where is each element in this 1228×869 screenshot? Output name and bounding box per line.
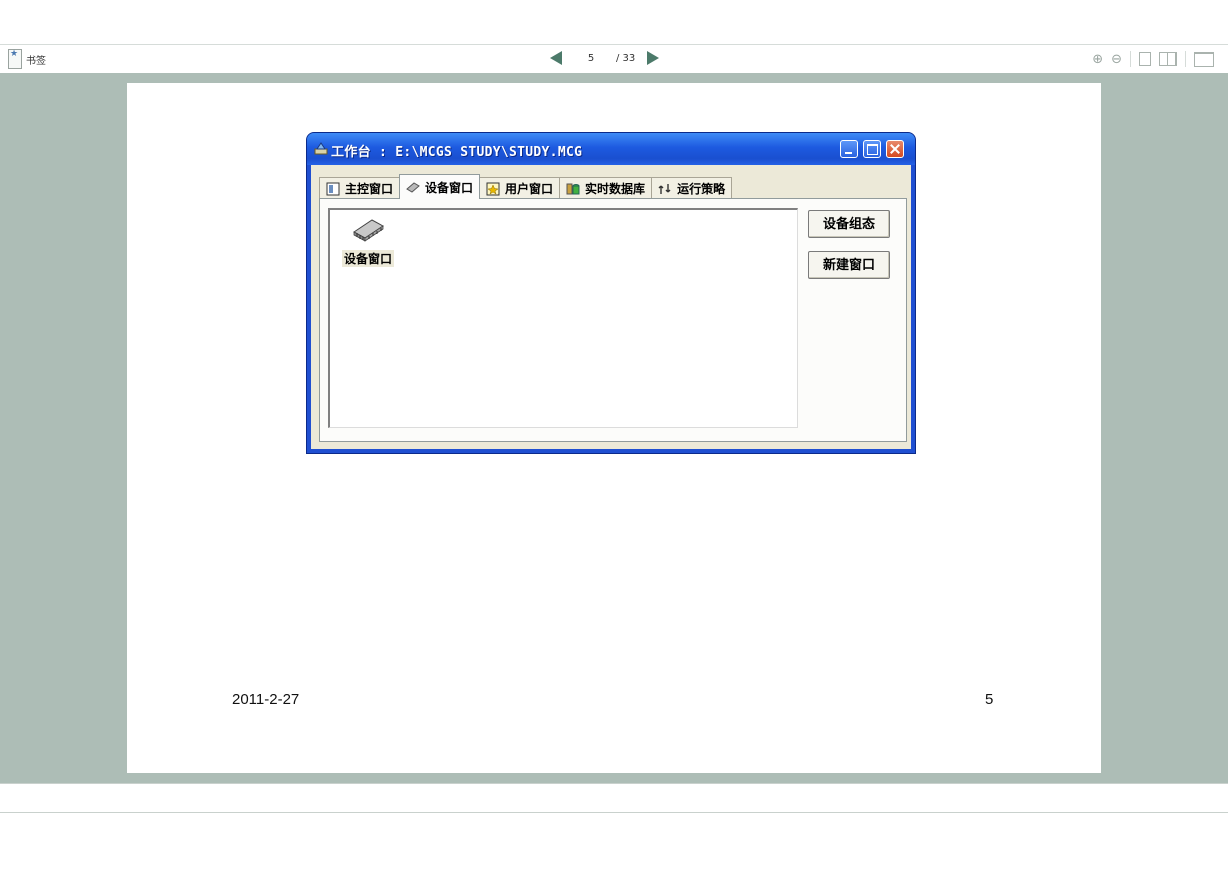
tab-label: 设备窗口 — [425, 180, 474, 195]
tab-label: 用户窗口 — [505, 182, 554, 196]
viewer-toolbar: 书签 5 / 33 ⊕ ⊖ — [0, 44, 1228, 74]
device-window-panel: 设备窗口 设备组态 新建窗口 — [319, 198, 907, 442]
device-configure-button[interactable]: 设备组态 — [808, 210, 890, 238]
tab-device-window[interactable]: 设备窗口 — [399, 174, 481, 199]
new-window-button[interactable]: 新建窗口 — [808, 251, 890, 279]
tab-label: 实时数据库 — [585, 182, 646, 196]
two-page-icon[interactable] — [1159, 52, 1177, 66]
close-button[interactable] — [886, 140, 904, 158]
strategy-icon — [658, 183, 671, 194]
slide-page-number: 5 — [985, 691, 994, 708]
toolbar-divider — [1185, 51, 1186, 67]
tab-main-control[interactable]: 主控窗口 — [319, 177, 401, 199]
zoom-out-icon[interactable]: ⊖ — [1111, 52, 1122, 67]
tab-label: 主控窗口 — [345, 182, 394, 196]
device-chip-icon — [406, 182, 420, 193]
workbench-icon — [314, 142, 328, 155]
list-item[interactable]: 设备窗口 — [336, 216, 400, 267]
window-titlebar[interactable]: 工作台 : E:\MCGS STUDY\STUDY.MCG — [307, 133, 915, 165]
single-page-icon[interactable] — [1139, 52, 1151, 66]
prev-page-icon[interactable] — [550, 51, 562, 65]
list-item-label: 设备窗口 — [341, 250, 394, 267]
view-tools: ⊕ ⊖ — [1092, 51, 1214, 67]
slide-date: 2011-2-27 — [232, 691, 300, 708]
zoom-in-icon[interactable]: ⊕ — [1092, 52, 1103, 67]
tab-realtime-database[interactable]: 实时数据库 — [559, 177, 653, 199]
workbench-window: 工作台 : E:\MCGS STUDY\STUDY.MCG 主控窗口 设备窗口 … — [307, 133, 915, 453]
toolbar-divider — [1130, 51, 1131, 67]
maximize-button[interactable] — [863, 140, 881, 158]
window-title: 工作台 : E:\MCGS STUDY\STUDY.MCG — [331, 145, 583, 160]
minimize-button[interactable] — [840, 140, 858, 158]
total-pages: / 33 — [616, 52, 636, 64]
bookmark-toggle[interactable]: 书签 — [8, 49, 46, 69]
tab-user-window[interactable]: 用户窗口 — [479, 177, 561, 199]
current-page-number[interactable]: 5 — [584, 53, 598, 64]
viewer-statusbar — [0, 783, 1228, 813]
device-list-view[interactable]: 设备窗口 — [328, 208, 798, 428]
tab-label: 运行策略 — [677, 182, 726, 196]
window-client: 主控窗口 设备窗口 用户窗口 实时数据库 运行策略 设备窗口 设备组态 新建窗口 — [311, 165, 911, 449]
bookmark-icon — [8, 49, 22, 69]
document-workspace[interactable]: 工作台 : E:\MCGS STUDY\STUDY.MCG 主控窗口 设备窗口 … — [0, 73, 1228, 783]
user-window-icon — [486, 182, 500, 195]
tab-strip: 主控窗口 设备窗口 用户窗口 实时数据库 运行策略 — [319, 174, 733, 199]
page-navigator: 5 / 33 — [550, 51, 660, 65]
next-page-icon[interactable] — [647, 51, 660, 65]
fullscreen-icon[interactable] — [1194, 51, 1214, 67]
device-chip-icon — [353, 219, 384, 242]
database-icon — [566, 183, 580, 194]
main-window-icon — [326, 182, 340, 195]
bookmark-label: 书签 — [26, 55, 46, 67]
slide-page: 工作台 : E:\MCGS STUDY\STUDY.MCG 主控窗口 设备窗口 … — [127, 83, 1101, 773]
tab-run-strategy[interactable]: 运行策略 — [651, 177, 733, 199]
